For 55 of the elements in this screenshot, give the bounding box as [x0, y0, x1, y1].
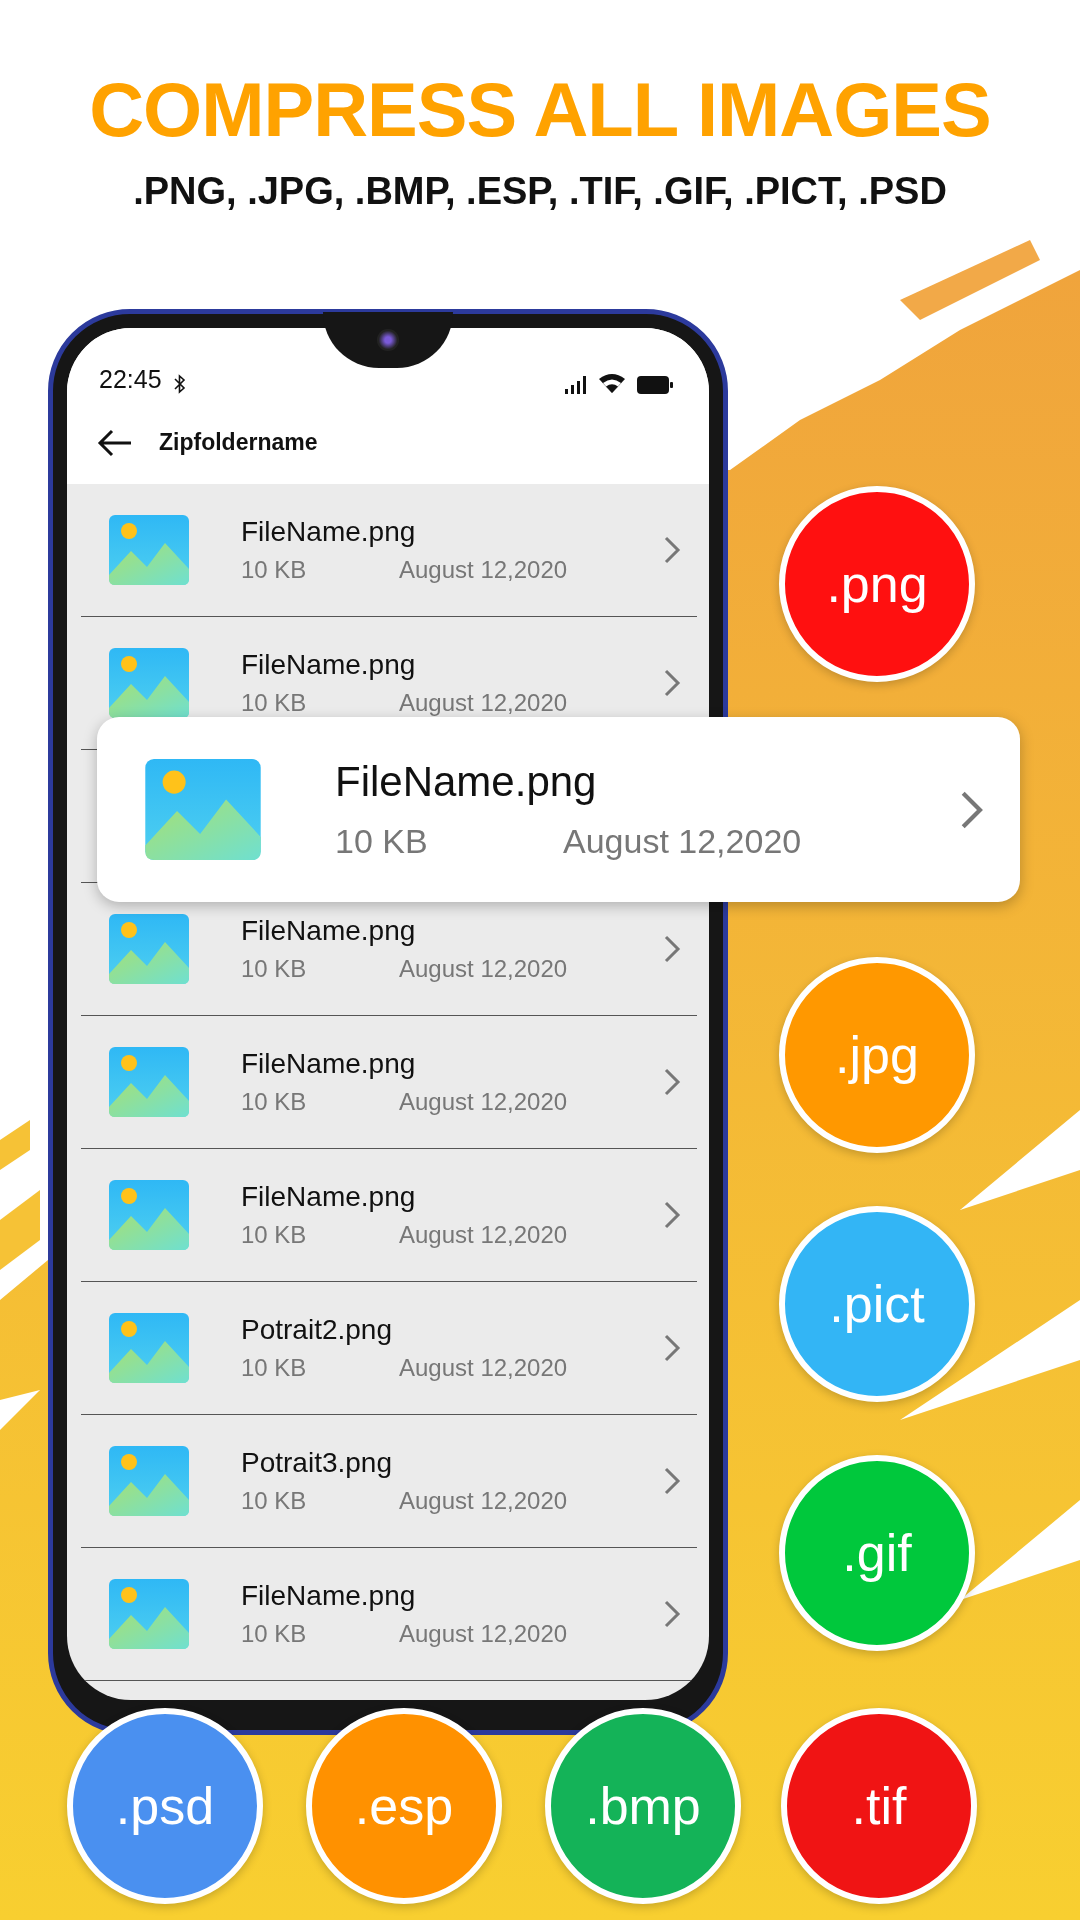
chevron-right-icon: [663, 1333, 681, 1364]
file-size: 10 KB: [241, 689, 308, 718]
file-name: Potrait2.png: [241, 1314, 393, 1347]
chevron-right-icon: [663, 668, 681, 699]
headline: COMPRESS ALL IMAGES: [89, 68, 991, 152]
chevron-right-icon: [663, 1067, 681, 1098]
chevron-right-icon: [663, 934, 681, 965]
signal-icon: [565, 375, 587, 394]
file-date: August 12,2020: [399, 1221, 568, 1250]
file-size: 10 KB: [335, 822, 429, 861]
image-icon: [109, 1579, 189, 1650]
bluetooth-icon: [173, 373, 186, 394]
file-size: 10 KB: [241, 1354, 308, 1383]
file-size: 10 KB: [241, 1221, 308, 1250]
image-icon: [109, 1446, 189, 1517]
file-name: FileName.png: [241, 649, 417, 682]
file-date: August 12,2020: [399, 1487, 568, 1516]
image-icon: [145, 759, 261, 860]
file-name: FileName.png: [241, 516, 417, 549]
battery-icon: [637, 375, 673, 394]
file-size: 10 KB: [241, 556, 308, 585]
file-name: FileName.png: [241, 1048, 417, 1081]
file-date: August 12,2020: [399, 1354, 568, 1383]
chevron-right-icon: [663, 1200, 681, 1231]
file-size: 10 KB: [241, 955, 308, 984]
file-card[interactable]: FileName.png 10 KB August 12,2020: [97, 717, 1020, 902]
file-date: August 12,2020: [563, 822, 802, 861]
file-name: Potrait3.png: [241, 1447, 393, 1480]
image-icon: [109, 914, 189, 985]
image-icon: [109, 1047, 189, 1118]
file-name: FileName.png: [241, 1181, 417, 1214]
chevron-right-icon: [663, 1466, 681, 1497]
file-name: FileName.png: [241, 1580, 417, 1613]
file-date: August 12,2020: [399, 556, 568, 585]
file-size: 10 KB: [241, 1620, 308, 1649]
folder-title: Zipfoldername: [159, 429, 318, 457]
format-list: .PNG, .JPG, .BMP, .ESP, .TIF, .GIF, .PICT, .PSD: [133, 169, 947, 213]
image-icon: [109, 648, 189, 719]
image-icon: [109, 1313, 189, 1384]
file-date: August 12,2020: [399, 955, 568, 984]
file-name: FileName.png: [241, 915, 417, 948]
chevron-right-icon: [663, 535, 681, 566]
file-size: 10 KB: [241, 1088, 308, 1117]
file-size: 10 KB: [241, 1487, 308, 1516]
paint-streak: [0, 1120, 30, 1170]
image-icon: [109, 515, 189, 586]
file-name: FileName.png: [335, 758, 598, 806]
file-date: August 12,2020: [399, 1620, 568, 1649]
image-icon: [109, 1180, 189, 1251]
wifi-icon: [599, 373, 625, 394]
status-time: 22:45: [99, 364, 162, 394]
chevron-right-icon: [663, 1599, 681, 1630]
back-button[interactable]: [97, 428, 133, 457]
file-date: August 12,2020: [399, 1088, 568, 1117]
file-date: August 12,2020: [399, 689, 568, 718]
